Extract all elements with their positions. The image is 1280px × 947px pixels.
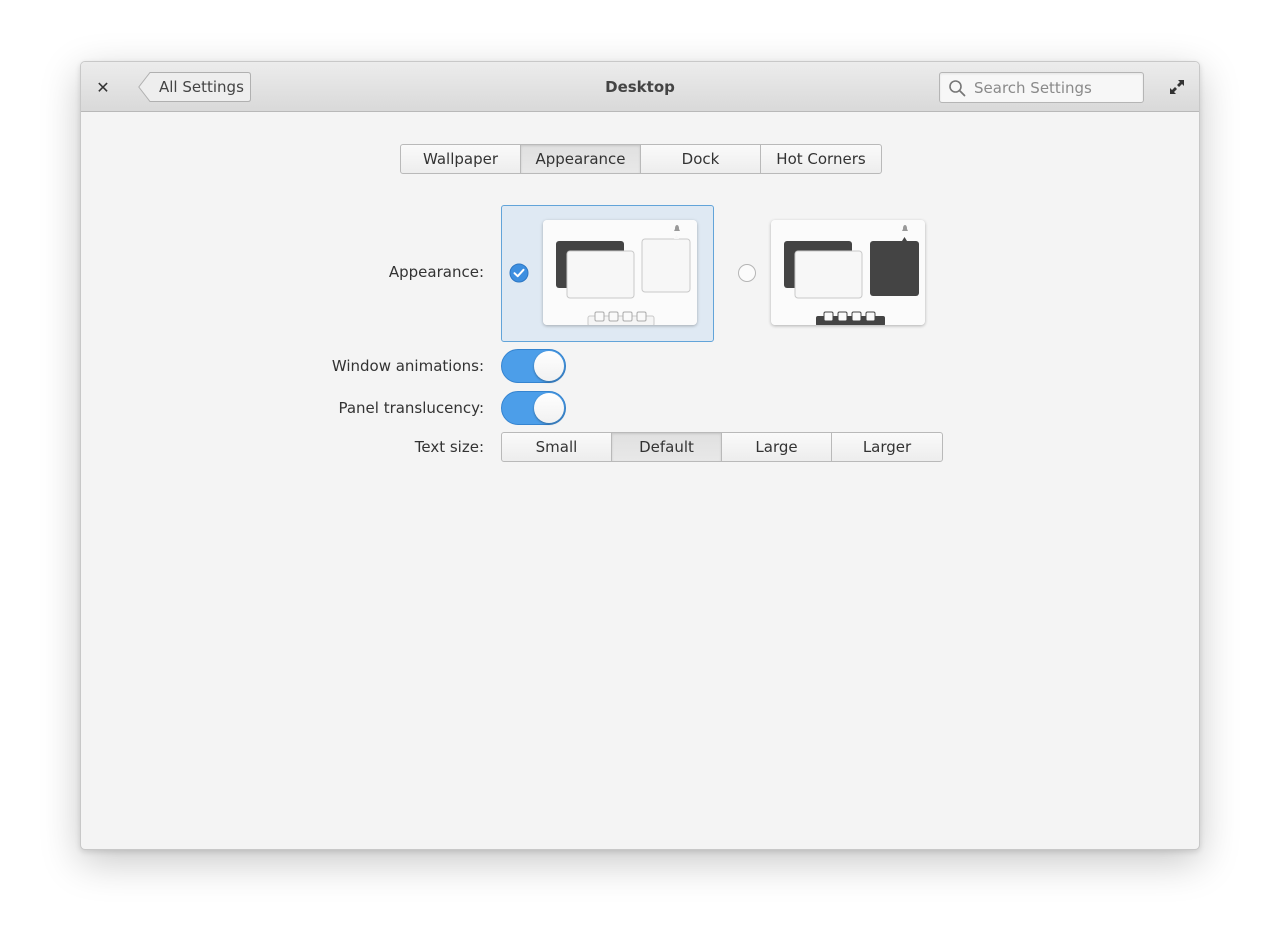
window-animations-label: Window animations: bbox=[331, 357, 484, 375]
tab-wallpaper[interactable]: Wallpaper bbox=[401, 145, 521, 173]
switch-knob bbox=[534, 393, 564, 423]
switch-knob bbox=[534, 351, 564, 381]
settings-window: ✕ All Settings Desktop Wallpaper Appeara… bbox=[80, 61, 1200, 850]
tab-hot-corners[interactable]: Hot Corners bbox=[761, 145, 881, 173]
text-size-larger[interactable]: Larger bbox=[832, 433, 942, 461]
tab-appearance[interactable]: Appearance bbox=[521, 145, 641, 173]
panel-translucency-label: Panel translucency: bbox=[338, 399, 484, 417]
appearance-label: Appearance: bbox=[388, 263, 484, 281]
light-style-preview[interactable] bbox=[543, 220, 697, 325]
window-animations-switch[interactable] bbox=[501, 349, 566, 383]
search-input[interactable] bbox=[974, 78, 1134, 97]
unchecked-radio-icon[interactable] bbox=[737, 263, 757, 283]
search-field[interactable] bbox=[939, 72, 1144, 103]
text-size-small[interactable]: Small bbox=[502, 433, 612, 461]
checked-radio-icon[interactable] bbox=[509, 263, 529, 283]
text-size-label: Text size: bbox=[414, 438, 484, 456]
text-size-selector: Small Default Large Larger bbox=[501, 432, 943, 462]
header-bar: ✕ All Settings Desktop bbox=[81, 62, 1199, 112]
tab-dock[interactable]: Dock bbox=[641, 145, 761, 173]
search-icon bbox=[949, 79, 966, 96]
text-size-default[interactable]: Default bbox=[612, 433, 722, 461]
panel-translucency-switch[interactable] bbox=[501, 391, 566, 425]
text-size-large[interactable]: Large bbox=[722, 433, 832, 461]
maximize-icon[interactable] bbox=[1168, 78, 1186, 96]
desktop-tabs: Wallpaper Appearance Dock Hot Corners bbox=[400, 144, 882, 174]
dark-style-preview[interactable] bbox=[771, 220, 925, 325]
